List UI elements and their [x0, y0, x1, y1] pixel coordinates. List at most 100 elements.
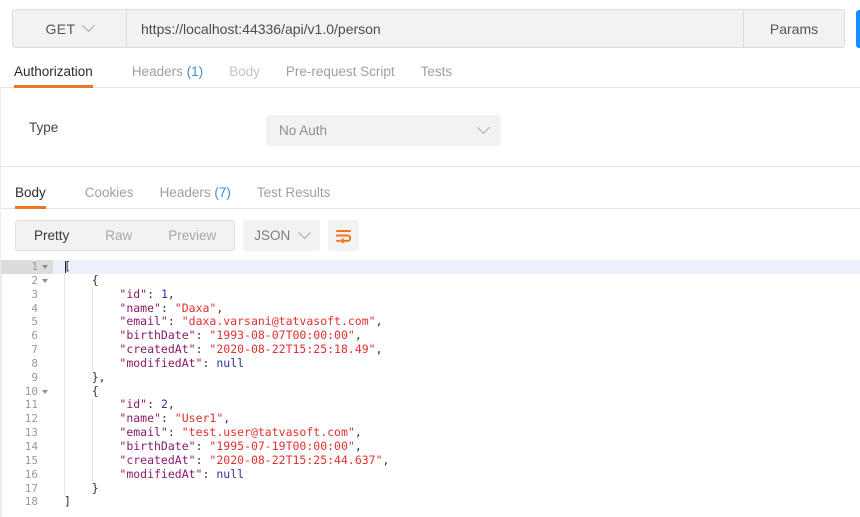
response-body-editor[interactable]: 1[2 {3 "id": 1, 4 "name": "Daxa", 5 "email… — [1, 260, 860, 517]
format-button-preview[interactable]: Preview — [150, 221, 234, 250]
token-str: "1993-08-07T00:00:00" — [209, 328, 355, 343]
params-button[interactable]: Params — [744, 10, 844, 47]
code-line[interactable]: 7 "createdAt": "2020-08-22T15:25:18.49", — [1, 342, 860, 357]
response-tab-headers[interactable]: Headers (7) — [147, 185, 244, 208]
code-line-text: }, — [53, 370, 106, 385]
line-number: 8 — [1, 357, 53, 371]
code-line[interactable]: 11 "id": 2, — [1, 397, 860, 413]
line-number-text: 3 — [31, 287, 38, 301]
code-line[interactable]: 4 "name": "Daxa", — [1, 300, 860, 316]
tab-label: Body — [15, 185, 46, 200]
response-section: Body Cookies Headers (7) Test Results Prett… — [0, 167, 860, 517]
response-tab-test-results[interactable]: Test Results — [244, 185, 344, 208]
line-number: 14 — [1, 440, 53, 454]
token-punc: : — [202, 466, 217, 481]
line-number-text: 5 — [31, 315, 38, 329]
code-line[interactable]: 8 "modifiedAt": null — [1, 355, 860, 371]
token-punc: { — [64, 272, 99, 287]
indent-guide — [64, 287, 65, 302]
tab-label: Headers — [131, 64, 183, 79]
code-line[interactable]: 18] — [1, 494, 860, 509]
request-tab-headers[interactable]: Headers (1) — [119, 64, 216, 87]
word-wrap-button[interactable] — [328, 220, 360, 251]
fold-toggle-icon[interactable] — [42, 264, 48, 269]
response-language-dropdown[interactable]: JSON — [243, 220, 321, 251]
auth-type-dropdown[interactable]: No Auth — [266, 115, 501, 146]
code-line[interactable]: 14 "birthDate": "1995-07-19T00:00:00", — [1, 438, 860, 454]
fold-toggle-icon[interactable] — [42, 278, 48, 283]
code-line[interactable]: 1[ — [1, 260, 860, 274]
token-num: 2 — [160, 397, 168, 412]
chevron-down-icon — [298, 226, 312, 240]
line-number-text: 2 — [31, 273, 38, 287]
token-punc: : — [195, 452, 210, 467]
token-punc: : — [147, 397, 161, 412]
code-line[interactable]: 5 "email": "daxa.varsani@tatvasoft.com", — [1, 314, 860, 330]
code-line-text: "email": "daxa.varsani@tatvasoft.com", — [53, 314, 383, 330]
code-line[interactable]: 13 "email": "test.user@tatvasoft.com", — [1, 425, 860, 440]
send-button[interactable] — [856, 10, 860, 48]
token-punc: , — [375, 342, 383, 357]
request-tab-tests[interactable]: Tests — [408, 64, 466, 87]
indent-guide — [91, 343, 93, 357]
code-line[interactable]: 15 "createdAt": "2020-08-22T15:25:44.637… — [1, 452, 860, 468]
code-line-text: { — [53, 383, 99, 399]
request-tab-pre-request-script[interactable]: Pre-request Script — [273, 64, 408, 87]
token-key: "name" — [119, 300, 161, 315]
token-key: "modifiedAt" — [119, 355, 203, 370]
token-key: "modifiedAt" — [119, 466, 203, 481]
indent-guide — [64, 453, 65, 468]
indent-guide — [91, 439, 93, 454]
indent-guide — [64, 439, 65, 454]
line-number: 7 — [1, 343, 53, 357]
token-str: "1995-07-19T00:00:00" — [209, 438, 355, 453]
request-url-bar: GET https://localhost:44336/api/v1.0/per… — [0, 0, 860, 56]
format-button-raw[interactable]: Raw — [87, 221, 150, 250]
indent-guide — [64, 329, 65, 344]
response-tab-cookies[interactable]: Cookies — [72, 185, 147, 208]
line-number-text: 15 — [24, 453, 38, 467]
code-line[interactable]: 3 "id": 1, — [1, 287, 860, 302]
request-url-input[interactable]: https://localhost:44336/api/v1.0/person — [127, 10, 744, 47]
token-punc: , — [354, 328, 362, 343]
code-line[interactable]: 9 }, — [1, 370, 860, 385]
line-number: 16 — [1, 468, 53, 482]
token-key: "id" — [119, 397, 148, 412]
code-line-text: "modifiedAt": null — [53, 466, 245, 482]
http-method-dropdown[interactable]: GET — [13, 10, 127, 47]
request-tab-body[interactable]: Body — [216, 64, 273, 87]
indent-guide — [64, 356, 65, 371]
token-null: null — [216, 466, 245, 481]
line-number-text: 14 — [24, 439, 38, 453]
code-line[interactable]: 10 { — [1, 383, 860, 399]
response-format-group: Pretty Raw Preview — [15, 220, 236, 251]
token-key: "createdAt" — [119, 342, 196, 357]
token-key: "email" — [119, 425, 168, 440]
indent-guide — [64, 467, 65, 482]
fold-toggle-icon[interactable] — [42, 389, 48, 394]
token-punc: , — [216, 300, 224, 315]
tab-label: Tests — [420, 64, 453, 79]
format-button-pretty[interactable]: Pretty — [16, 221, 87, 250]
indent-guide — [64, 273, 65, 288]
token-punc: : — [195, 438, 210, 453]
code-line[interactable]: 12 "name": "User1", — [1, 411, 860, 427]
line-number: 1 — [1, 260, 53, 274]
line-number: 10 — [1, 385, 53, 399]
line-number: 18 — [1, 495, 53, 509]
token-key: "birthDate" — [119, 328, 196, 343]
token-str: "2020-08-22T15:25:18.49" — [209, 342, 376, 357]
token-punc: { — [64, 383, 99, 398]
code-line[interactable]: 16 "modifiedAt": null — [1, 466, 860, 482]
token-punc: : — [167, 314, 182, 329]
code-line[interactable]: 17 } — [1, 481, 860, 496]
indent-guide — [91, 412, 93, 427]
code-line-text: "birthDate": "1993-08-07T00:00:00", — [53, 328, 362, 344]
line-number: 9 — [1, 371, 53, 385]
code-line[interactable]: 2 { — [1, 272, 860, 288]
request-tab-authorization[interactable]: Authorization — [14, 64, 106, 88]
response-tab-body[interactable]: Body — [15, 185, 59, 209]
token-punc: , — [354, 425, 362, 440]
chevron-down-icon — [82, 19, 96, 33]
code-line[interactable]: 6 "birthDate": "1993-08-07T00:00:00", — [1, 328, 860, 344]
